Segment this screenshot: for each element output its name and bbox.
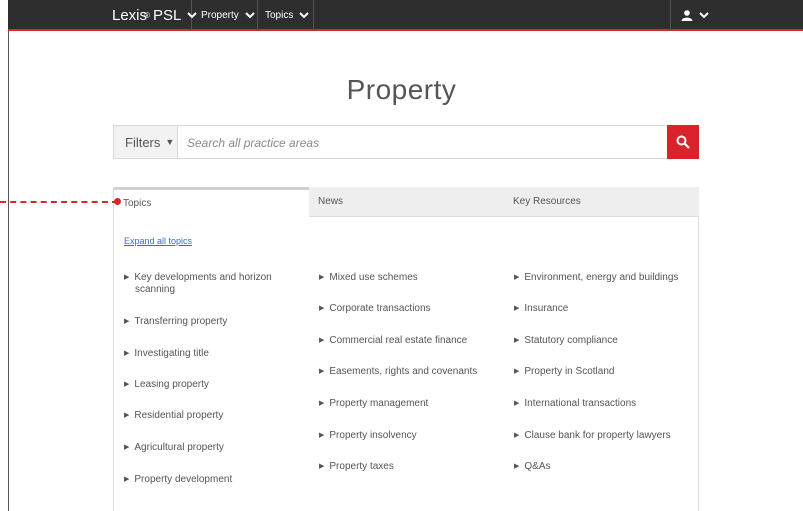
nav-menu-label: Property bbox=[201, 10, 239, 21]
brand-product-name: PSL bbox=[152, 7, 182, 24]
topic-label: Corporate transactions bbox=[329, 303, 431, 314]
triangle-right-icon: ▶ bbox=[514, 337, 520, 344]
user-menu[interactable] bbox=[670, 0, 720, 31]
nav-menu-property[interactable]: Property bbox=[192, 0, 258, 31]
nav-menu-topics[interactable]: Topics bbox=[258, 0, 314, 31]
triangle-right-icon: ▶ bbox=[514, 305, 520, 312]
topic-label: Statutory compliance bbox=[524, 335, 618, 346]
callout-dashed-line bbox=[0, 201, 118, 203]
triangle-right-icon: ▶ bbox=[514, 432, 520, 439]
chevron-down-icon bbox=[699, 12, 709, 19]
topic-label-continued: scanning bbox=[135, 284, 176, 295]
topic-label: Mixed use schemes bbox=[329, 272, 418, 283]
search-bar: Filters ▼ bbox=[113, 125, 699, 160]
topic-link[interactable]: ▶ Leasing property bbox=[124, 379, 294, 391]
topic-link[interactable]: ▶ Mixed use schemes bbox=[319, 272, 489, 284]
triangle-right-icon: ▶ bbox=[124, 381, 130, 388]
topic-link[interactable]: ▶ Property management bbox=[319, 398, 489, 410]
topic-link[interactable]: ▶ Environment, energy and buildings bbox=[514, 272, 684, 284]
topic-link[interactable]: ▶ Property development bbox=[124, 474, 294, 486]
tab-label: Topics bbox=[123, 198, 152, 209]
triangle-right-icon: ▶ bbox=[124, 350, 130, 357]
topic-link[interactable]: ▶ International transactions bbox=[514, 398, 684, 410]
triangle-right-icon: ▶ bbox=[319, 305, 325, 312]
chevron-down-icon bbox=[299, 12, 310, 19]
topic-label: Key developments and horizon bbox=[134, 272, 272, 283]
tab-topics[interactable]: Topics bbox=[114, 187, 309, 217]
tab-key-resources[interactable]: Key Resources bbox=[504, 187, 699, 217]
topic-link[interactable]: ▶ Statutory compliance bbox=[514, 335, 684, 347]
topic-label: International transactions bbox=[524, 398, 637, 409]
caret-down-icon: ▼ bbox=[165, 137, 175, 147]
triangle-right-icon: ▶ bbox=[319, 274, 325, 281]
topic-label: Insurance bbox=[524, 303, 569, 314]
triangle-right-icon: ▶ bbox=[319, 432, 325, 439]
triangle-right-icon: ▶ bbox=[319, 368, 325, 375]
topic-label: Property development bbox=[134, 474, 233, 485]
topic-link[interactable]: ▶ Agricultural property bbox=[124, 442, 294, 454]
triangle-right-icon: ▶ bbox=[124, 274, 130, 281]
triangle-right-icon: ▶ bbox=[514, 400, 520, 407]
tab-news[interactable]: News bbox=[309, 187, 504, 217]
topic-link[interactable]: ▶ Corporate transactions bbox=[319, 303, 489, 315]
topic-label: Transferring property bbox=[134, 316, 228, 327]
brand-menu[interactable]: Lexis ® PSL bbox=[108, 0, 198, 31]
topic-label: Easements, rights and covenants bbox=[329, 366, 478, 377]
topic-label: Q&As bbox=[524, 461, 551, 472]
topic-label: Property management bbox=[329, 398, 429, 409]
topic-link[interactable]: ▶ Investigating title bbox=[124, 348, 294, 360]
callout-dot bbox=[114, 198, 121, 205]
topic-label: Clause bank for property lawyers bbox=[524, 430, 671, 441]
brand-logo-text: Lexis bbox=[112, 7, 148, 24]
topic-link[interactable]: ▶ Insurance bbox=[514, 303, 684, 315]
topic-link[interactable]: ▶ Q&As bbox=[514, 461, 684, 473]
topic-label: Agricultural property bbox=[134, 442, 224, 453]
topic-link[interactable]: ▶ Key developments and horizon scanning bbox=[124, 272, 294, 296]
topic-link[interactable]: ▶ Property taxes bbox=[319, 461, 489, 473]
triangle-right-icon: ▶ bbox=[514, 274, 520, 281]
triangle-right-icon: ▶ bbox=[319, 463, 325, 470]
triangle-right-icon: ▶ bbox=[319, 337, 325, 344]
search-input[interactable] bbox=[180, 126, 669, 160]
triangle-right-icon: ▶ bbox=[124, 476, 130, 483]
brand-registered-mark: ® bbox=[144, 11, 150, 20]
triangle-right-icon: ▶ bbox=[124, 444, 130, 451]
filters-label: Filters bbox=[125, 134, 161, 150]
triangle-right-icon: ▶ bbox=[124, 412, 130, 419]
triangle-right-icon: ▶ bbox=[514, 463, 520, 470]
tab-bar: Topics News Key Resources bbox=[114, 187, 699, 217]
topic-link[interactable]: ▶ Property insolvency bbox=[319, 430, 489, 442]
topic-label: Property in Scotland bbox=[524, 366, 615, 377]
topic-label: Environment, energy and buildings bbox=[524, 272, 679, 283]
triangle-right-icon: ▶ bbox=[514, 368, 520, 375]
tab-label: News bbox=[318, 196, 344, 207]
search-button[interactable] bbox=[667, 125, 699, 159]
nav-menu-label: Topics bbox=[265, 10, 294, 21]
topic-label: Property insolvency bbox=[329, 430, 417, 441]
expand-all-topics-link[interactable]: Expand all topics bbox=[124, 236, 192, 246]
topics-panel: Topics News Key Resources Expand all top… bbox=[113, 187, 699, 511]
triangle-right-icon: ▶ bbox=[319, 400, 325, 407]
triangle-right-icon: ▶ bbox=[124, 318, 130, 325]
tab-label: Key Resources bbox=[513, 196, 581, 207]
topic-link[interactable]: ▶ Transferring property bbox=[124, 316, 294, 328]
topic-label: Leasing property bbox=[134, 379, 209, 390]
topic-link[interactable]: ▶ Commercial real estate finance bbox=[319, 335, 489, 347]
topic-label: Residential property bbox=[134, 410, 224, 421]
topic-label: Commercial real estate finance bbox=[329, 335, 468, 346]
topic-label: Investigating title bbox=[134, 348, 209, 359]
user-icon bbox=[681, 10, 693, 21]
topic-label: Property taxes bbox=[329, 461, 394, 472]
search-icon bbox=[676, 135, 690, 149]
topic-link[interactable]: ▶ Easements, rights and covenants bbox=[319, 366, 489, 378]
topic-link[interactable]: ▶ Clause bank for property lawyers bbox=[514, 430, 684, 442]
topic-link[interactable]: ▶ Property in Scotland bbox=[514, 366, 684, 378]
page-title: Property bbox=[346, 74, 457, 105]
chevron-down-icon bbox=[245, 12, 255, 19]
filters-dropdown[interactable]: Filters ▼ bbox=[114, 126, 178, 158]
topic-link[interactable]: ▶ Residential property bbox=[124, 410, 294, 422]
